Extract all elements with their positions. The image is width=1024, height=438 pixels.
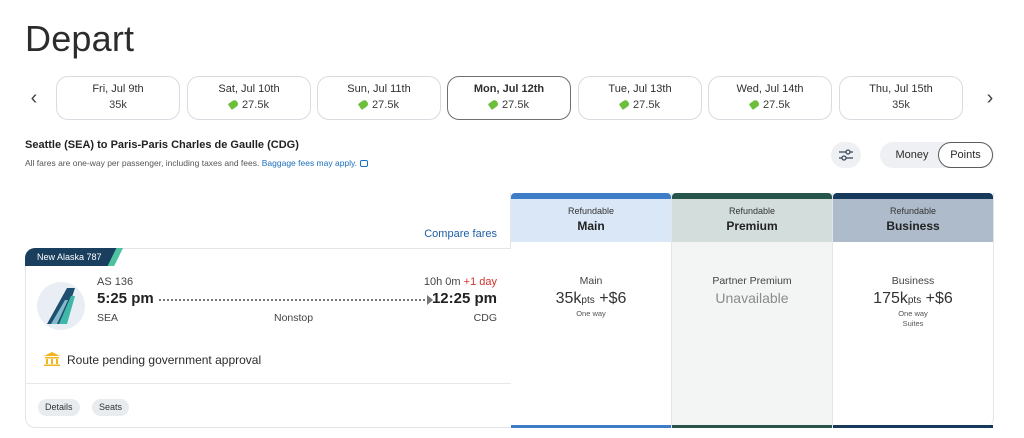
- cabin-label: Premium: [726, 219, 778, 233]
- government-building-icon: [44, 352, 60, 366]
- currency-toggle: Money Points: [880, 142, 994, 168]
- deal-tag-icon: [357, 99, 370, 110]
- column-header-main: Refundable Main: [511, 199, 671, 242]
- cabin-label: Business: [886, 219, 940, 233]
- toggle-money[interactable]: Money: [886, 142, 938, 168]
- date-card-jul-14[interactable]: Wed, Jul 14th 27.5k: [708, 76, 832, 120]
- refundable-label: Refundable: [567, 206, 615, 216]
- chevron-right-icon[interactable]: ›: [978, 86, 1002, 110]
- fare-cell-premium: Partner Premium Unavailable: [672, 275, 832, 306]
- date-price: 35k: [892, 99, 910, 111]
- date-card-jul-9[interactable]: Fri, Jul 9th 35k: [56, 76, 180, 120]
- fare-column-main[interactable]: Refundable Main Main 35kpts +$6 One way: [510, 193, 672, 428]
- deal-tag-icon: [618, 99, 631, 110]
- arrival-time: 12:25 pm: [431, 290, 497, 307]
- date-card-jul-13[interactable]: Tue, Jul 13th 27.5k: [578, 76, 702, 120]
- date-label: Sun, Jul 11th: [347, 83, 411, 95]
- flight-path-line: [159, 299, 429, 301]
- date-card-jul-10[interactable]: Sat, Jul 10th 27.5k: [187, 76, 311, 120]
- baggage-fees-link[interactable]: Baggage fees may apply.: [262, 158, 357, 168]
- date-strip: ‹ Fri, Jul 9th 35k Sat, Jul 10th 27.5k S…: [22, 76, 1002, 120]
- aircraft-badge: New Alaska 787: [25, 248, 120, 266]
- plus-day: +1 day: [463, 276, 497, 288]
- date-price: 27.5k: [448, 99, 570, 111]
- deal-tag-icon: [227, 99, 240, 110]
- fare-column-business[interactable]: Refundable Business Business 175kpts +$6…: [832, 193, 994, 428]
- date-label: Thu, Jul 15th: [869, 83, 933, 95]
- fare-status: Unavailable: [715, 290, 789, 306]
- date-card-jul-12[interactable]: Mon, Jul 12th 27.5k: [447, 76, 571, 120]
- date-label: Tue, Jul 13th: [608, 83, 672, 95]
- fare-name: Business: [891, 275, 935, 287]
- fare-cell-main[interactable]: Main 35kpts +$6 One way: [511, 275, 671, 318]
- flight-number: AS 136: [97, 276, 134, 288]
- external-link-icon: [360, 160, 369, 167]
- fare-note: All fares are one-way per passenger, inc…: [25, 158, 369, 168]
- stops-label: Nonstop: [274, 312, 314, 324]
- fare-column-premium: Refundable Premium Partner Premium Unava…: [671, 193, 833, 428]
- sliders-icon: [839, 149, 853, 161]
- date-card-jul-15[interactable]: Thu, Jul 15th 35k: [839, 76, 963, 120]
- seats-button[interactable]: Seats: [92, 399, 130, 416]
- date-price: 27.5k: [318, 99, 440, 111]
- destination-code: CDG: [473, 312, 497, 324]
- column-header-business: Refundable Business: [833, 199, 993, 242]
- refundable-label: Refundable: [889, 206, 937, 216]
- date-label: Fri, Jul 9th: [92, 83, 144, 95]
- date-card-jul-11[interactable]: Sun, Jul 11th 27.5k: [317, 76, 441, 120]
- fare-sub: One way: [898, 309, 928, 318]
- date-label: Mon, Jul 12th: [473, 83, 545, 95]
- fare-price: 175kpts +$6: [873, 290, 953, 307]
- date-price: 27.5k: [579, 99, 701, 111]
- page-title: Depart: [25, 18, 135, 59]
- date-label: Wed, Jul 14th: [736, 83, 804, 95]
- column-bottom-bar: [833, 425, 993, 428]
- fare-name: Main: [579, 275, 603, 287]
- date-price: 35k: [109, 99, 127, 111]
- fare-sub: One way: [576, 309, 606, 318]
- fare-note-text: All fares are one-way per passenger, inc…: [25, 158, 262, 168]
- route-notice: Route pending government approval: [67, 353, 262, 367]
- airline-tail-icon: [37, 282, 85, 330]
- deal-tag-icon: [487, 99, 500, 110]
- departure-time: 5:25 pm: [97, 290, 154, 307]
- divider: [26, 383, 511, 384]
- date-price: 27.5k: [709, 99, 831, 111]
- fare-sub-suites: Suites: [902, 319, 924, 328]
- origin-code: SEA: [97, 312, 119, 324]
- column-bottom-bar: [511, 425, 671, 428]
- column-header-premium: Refundable Premium: [672, 199, 832, 242]
- date-label: Sat, Jul 10th: [218, 83, 280, 95]
- column-bottom-bar: [672, 425, 832, 428]
- filter-button[interactable]: [831, 142, 861, 168]
- route-title: Seattle (SEA) to Paris-Paris Charles de …: [25, 139, 299, 151]
- details-button[interactable]: Details: [38, 399, 80, 416]
- flight-duration: 10h 0m +1 day: [423, 276, 497, 288]
- chevron-left-icon[interactable]: ‹: [22, 86, 46, 110]
- fare-cell-business[interactable]: Business 175kpts +$6 One way Suites: [833, 275, 993, 328]
- compare-fares-link[interactable]: Compare fares: [400, 228, 497, 240]
- cabin-label: Main: [577, 219, 605, 233]
- flight-card: New Alaska 787 AS 136 10h 0m +1 day 5:25…: [25, 248, 511, 428]
- fare-name: Partner Premium: [712, 275, 792, 287]
- fare-price: 35kpts +$6: [555, 290, 627, 307]
- refundable-label: Refundable: [728, 206, 776, 216]
- date-price: 27.5k: [188, 99, 310, 111]
- deal-tag-icon: [748, 99, 761, 110]
- toggle-points[interactable]: Points: [938, 142, 993, 168]
